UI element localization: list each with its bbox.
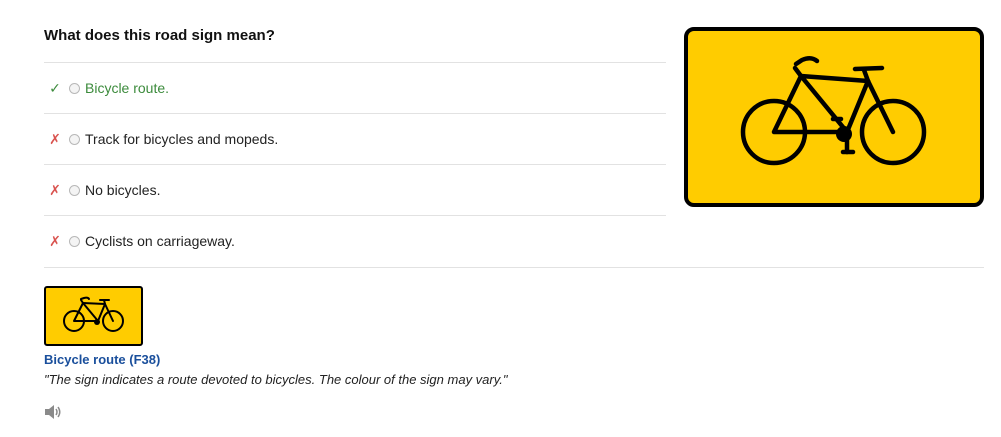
- cross-icon: ✗: [49, 232, 61, 249]
- radio-button[interactable]: [69, 82, 80, 94]
- speaker-icon[interactable]: [44, 404, 62, 420]
- question-text: What does this road sign mean?: [44, 27, 275, 44]
- answer-option[interactable]: ✗ No bicycles.: [44, 164, 666, 215]
- sign-description: "The sign indicates a route devoted to b…: [44, 372, 508, 387]
- quiz-page: What does this road sign mean? ✓ Bicycle…: [0, 0, 1001, 437]
- answer-option[interactable]: ✓ Bicycle route.: [44, 62, 666, 113]
- section-divider: [44, 267, 984, 268]
- cross-icon: ✗: [49, 181, 61, 198]
- answer-list: ✓ Bicycle route. ✗ Track for bicycles an…: [44, 62, 666, 266]
- road-sign-thumbnail: [44, 286, 143, 346]
- answer-option[interactable]: ✗ Cyclists on carriageway.: [44, 215, 666, 266]
- sign-name: Bicycle route (F38): [44, 352, 161, 367]
- radio-button[interactable]: [69, 133, 80, 145]
- chainring-icon: [836, 126, 852, 142]
- radio-button[interactable]: [69, 184, 80, 196]
- answer-label: Bicycle route.: [85, 80, 170, 96]
- answer-label: Cyclists on carriageway.: [85, 233, 235, 249]
- answer-label: No bicycles.: [85, 182, 161, 198]
- check-icon: ✓: [49, 79, 61, 96]
- answer-label: Track for bicycles and mopeds.: [85, 131, 279, 147]
- cross-icon: ✗: [49, 130, 61, 147]
- answer-option[interactable]: ✗ Track for bicycles and mopeds.: [44, 113, 666, 164]
- radio-button[interactable]: [69, 235, 80, 247]
- road-sign-image: [684, 27, 984, 207]
